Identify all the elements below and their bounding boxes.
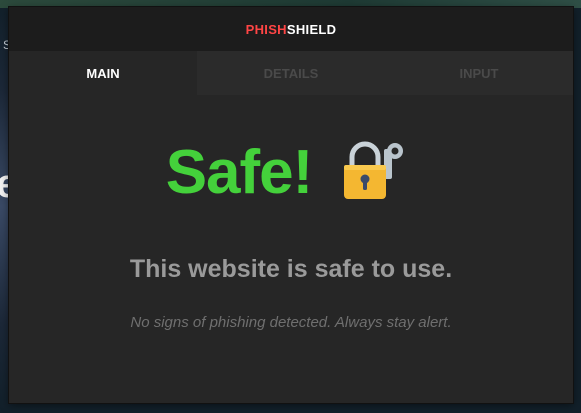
tab-main[interactable]: MAIN	[9, 51, 197, 95]
tab-details[interactable]: DETAILS	[197, 51, 385, 95]
tab-bar: MAIN DETAILS INPUT	[9, 51, 573, 95]
status-note: No signs of phishing detected. Always st…	[130, 314, 452, 331]
locked-padlock-with-key-icon	[340, 139, 410, 206]
brand-logo: PHISHSHIELD	[246, 22, 337, 37]
status-row: Safe!	[9, 139, 573, 206]
status-message: This website is safe to use.	[129, 255, 453, 283]
brand-name-part2: SHIELD	[286, 21, 337, 37]
main-panel: Safe! This website is safe to use. No si…	[9, 95, 573, 403]
brand-name-part1: PHISH	[245, 21, 287, 37]
extension-popup: PHISHSHIELD MAIN DETAILS INPUT Safe! Thi…	[9, 7, 573, 403]
status-title: Safe!	[165, 137, 314, 207]
tab-input[interactable]: INPUT	[385, 51, 573, 95]
popup-header: PHISHSHIELD	[9, 7, 573, 51]
